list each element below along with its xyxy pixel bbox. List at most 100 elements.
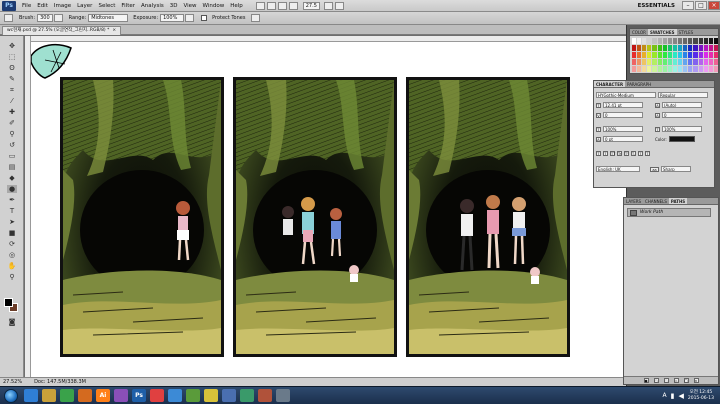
bridge-icon[interactable] <box>255 1 265 10</box>
clone-stamp-tool-icon[interactable]: ⚲ <box>7 130 17 138</box>
color-swatch[interactable] <box>642 45 647 51</box>
make-work-path-icon[interactable]: ◇ <box>673 378 679 383</box>
color-swatch[interactable] <box>632 52 637 58</box>
color-swatch[interactable] <box>688 59 693 65</box>
color-swatch[interactable] <box>693 38 698 44</box>
zoom-tool-icon[interactable]: ⚲ <box>7 273 17 281</box>
network-icon[interactable]: ▮ <box>671 392 675 400</box>
app-icon[interactable] <box>186 389 200 402</box>
color-swatch[interactable] <box>657 52 662 58</box>
clock[interactable]: 오전 12:45 2015-06-13 <box>688 390 714 401</box>
tab-channels[interactable]: CHANNELS <box>643 198 669 204</box>
eraser-tool-icon[interactable]: ▭ <box>7 152 17 160</box>
color-swatch[interactable] <box>708 59 713 65</box>
menu-help[interactable]: Help <box>227 3 246 9</box>
sheet-icon[interactable] <box>240 389 254 402</box>
menu-select[interactable]: Select <box>95 3 118 9</box>
menu-layer[interactable]: Layer <box>74 3 95 9</box>
horizontal-scale-field[interactable]: 100% <box>662 126 702 132</box>
tracking-field[interactable]: 0 <box>662 112 702 118</box>
color-swatch[interactable] <box>703 38 708 44</box>
marquee-tool-icon[interactable]: ⬚ <box>7 53 17 61</box>
color-swatch[interactable] <box>672 59 678 65</box>
color-swatch[interactable] <box>667 59 672 65</box>
menu-edit[interactable]: Edit <box>34 3 51 9</box>
color-swatch[interactable] <box>688 66 693 72</box>
color-swatch[interactable] <box>657 66 662 72</box>
swatch-grid[interactable] <box>632 38 718 72</box>
color-swatch[interactable] <box>652 45 657 51</box>
tab-layers[interactable]: LAYERS <box>624 198 643 204</box>
baseline-shift-field[interactable]: 0 pt <box>603 136 643 142</box>
color-swatch[interactable] <box>713 45 718 51</box>
fill-path-icon[interactable]: ● <box>643 378 649 383</box>
crop-tool-icon[interactable]: ⌗ <box>7 86 17 94</box>
move-tool-icon[interactable]: ✥ <box>7 42 17 50</box>
tab-paragraph[interactable]: PARAGRAPH <box>625 81 653 87</box>
illustrator-icon[interactable]: Ai <box>96 389 110 402</box>
color-swatch[interactable] <box>642 59 647 65</box>
color-swatch[interactable] <box>708 66 713 72</box>
color-swatch[interactable] <box>637 66 642 72</box>
font-family-select[interactable]: HYGothic-Medium <box>596 92 656 98</box>
color-swatch[interactable] <box>667 66 672 72</box>
antialias-select[interactable]: Sharp <box>661 166 691 172</box>
color-swatch[interactable] <box>708 38 713 44</box>
airbrush-icon[interactable] <box>185 14 195 22</box>
color-swatch[interactable] <box>688 45 693 51</box>
document-tab[interactable]: wc현재.psd @ 27.5% (오글연작_그린지..RGB/8) * × <box>2 26 122 35</box>
tab-styles[interactable]: STYLES <box>677 29 696 35</box>
tab-paths[interactable]: PATHS <box>668 198 688 204</box>
work-path-item[interactable]: Work Path <box>627 208 711 217</box>
tool-icon[interactable] <box>168 389 182 402</box>
color-swatch[interactable] <box>667 52 672 58</box>
color-swatch[interactable] <box>683 45 688 51</box>
foreground-color-swatch[interactable] <box>4 298 13 307</box>
quick-mask-icon[interactable]: ◙ <box>7 318 17 326</box>
color-swatch[interactable] <box>698 52 703 58</box>
color-swatch[interactable] <box>652 38 657 44</box>
color-swatch[interactable] <box>637 59 642 65</box>
zoom-view-icon[interactable] <box>288 1 298 10</box>
color-swatch[interactable] <box>678 45 683 51</box>
lasso-tool-icon[interactable]: ʘ <box>7 64 17 72</box>
eyedropper-tool-icon[interactable]: ⁄ <box>7 97 17 105</box>
font-style-select[interactable]: Regular <box>658 92 708 98</box>
color-swatch[interactable] <box>683 66 688 72</box>
color-swatch[interactable] <box>662 59 667 65</box>
tab-color[interactable]: COLOR <box>630 29 648 35</box>
restore-button[interactable]: □ <box>695 1 707 10</box>
color-swatch[interactable] <box>652 66 657 72</box>
menu-analysis[interactable]: Analysis <box>138 3 167 9</box>
color-swatch[interactable] <box>698 38 703 44</box>
screen-mode-icon[interactable] <box>334 1 344 10</box>
workspace-switcher[interactable]: ESSENTIALS <box>632 3 681 9</box>
color-swatch[interactable] <box>647 52 652 58</box>
status-zoom[interactable]: 27.52% <box>3 379 22 385</box>
color-swatch[interactable] <box>657 38 662 44</box>
minibridge-icon[interactable] <box>266 1 276 10</box>
color-swatch[interactable] <box>647 59 652 65</box>
dodge-tool-icon[interactable]: ● <box>7 185 17 193</box>
photoshop-icon[interactable]: Ps <box>132 389 146 402</box>
color-swatch[interactable] <box>642 66 647 72</box>
blur-tool-icon[interactable]: ◆ <box>7 174 17 182</box>
color-swatch[interactable] <box>708 45 713 51</box>
color-swatch[interactable] <box>683 52 688 58</box>
color-swatch[interactable] <box>703 45 708 51</box>
color-swatch[interactable] <box>632 66 637 72</box>
healing-brush-tool-icon[interactable]: ✚ <box>7 108 17 116</box>
color-swatch[interactable] <box>698 45 703 51</box>
history-brush-tool-icon[interactable]: ↺ <box>7 141 17 149</box>
ie-icon[interactable] <box>24 389 38 402</box>
quick-select-tool-icon[interactable]: ✎ <box>7 75 17 83</box>
color-swatch[interactable] <box>632 45 637 51</box>
color-swatch[interactable] <box>713 52 718 58</box>
faux-bold-button[interactable]: T <box>596 150 601 156</box>
color-swatch[interactable] <box>693 66 698 72</box>
new-path-icon[interactable]: □ <box>683 378 689 383</box>
stroke-path-icon[interactable]: ○ <box>653 378 659 383</box>
subscript-button[interactable]: T, <box>631 150 636 156</box>
color-swatch[interactable] <box>637 45 642 51</box>
small-caps-button[interactable]: Tr <box>617 150 622 156</box>
